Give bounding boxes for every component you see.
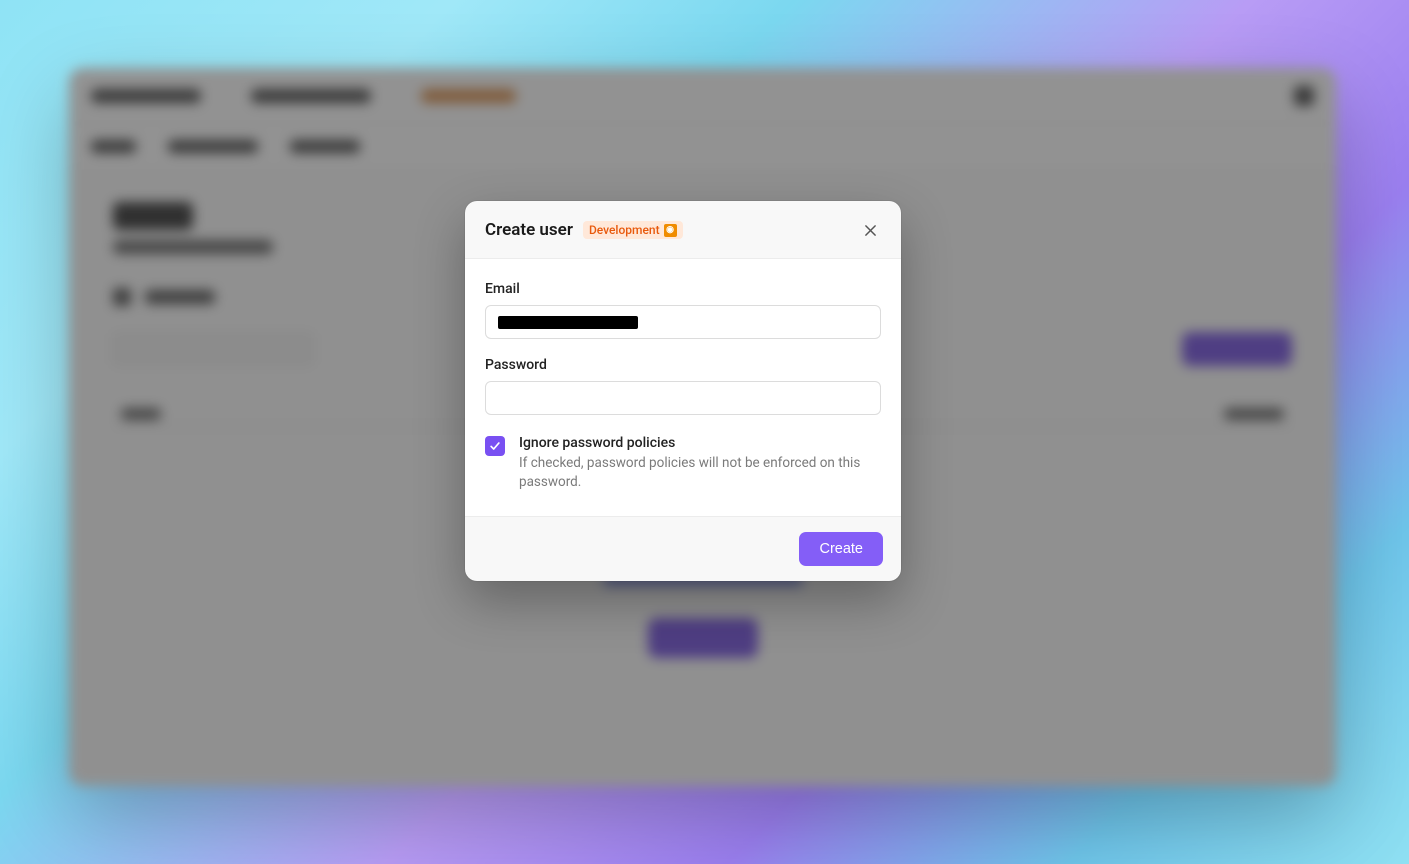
email-value-redacted	[498, 316, 638, 329]
email-label: Email	[485, 281, 881, 297]
password-input[interactable]	[485, 381, 881, 415]
create-user-modal: Create user Development ◉ Email Password…	[465, 201, 901, 581]
password-label: Password	[485, 357, 881, 373]
modal-footer: Create	[465, 517, 901, 581]
ignore-policies-row: Ignore password policies If checked, pas…	[485, 435, 881, 492]
environment-badge: Development ◉	[583, 221, 683, 239]
close-button[interactable]	[859, 219, 881, 241]
close-icon	[864, 224, 877, 237]
email-field-group: Email	[485, 281, 881, 339]
ignore-policies-checkbox[interactable]	[485, 436, 505, 456]
user-icon: ◉	[664, 224, 677, 237]
ignore-policies-title: Ignore password policies	[519, 435, 881, 451]
modal-header: Create user Development ◉	[465, 201, 901, 258]
ignore-policies-description: If checked, password policies will not b…	[519, 454, 881, 492]
email-input[interactable]	[485, 305, 881, 339]
create-button[interactable]: Create	[799, 532, 883, 566]
check-icon	[489, 440, 501, 452]
modal-title: Create user	[485, 220, 573, 240]
password-field-group: Password	[485, 357, 881, 415]
modal-body: Email Password Ignore password policies …	[465, 258, 901, 517]
ignore-policies-text: Ignore password policies If checked, pas…	[519, 435, 881, 492]
environment-badge-label: Development	[589, 223, 660, 237]
